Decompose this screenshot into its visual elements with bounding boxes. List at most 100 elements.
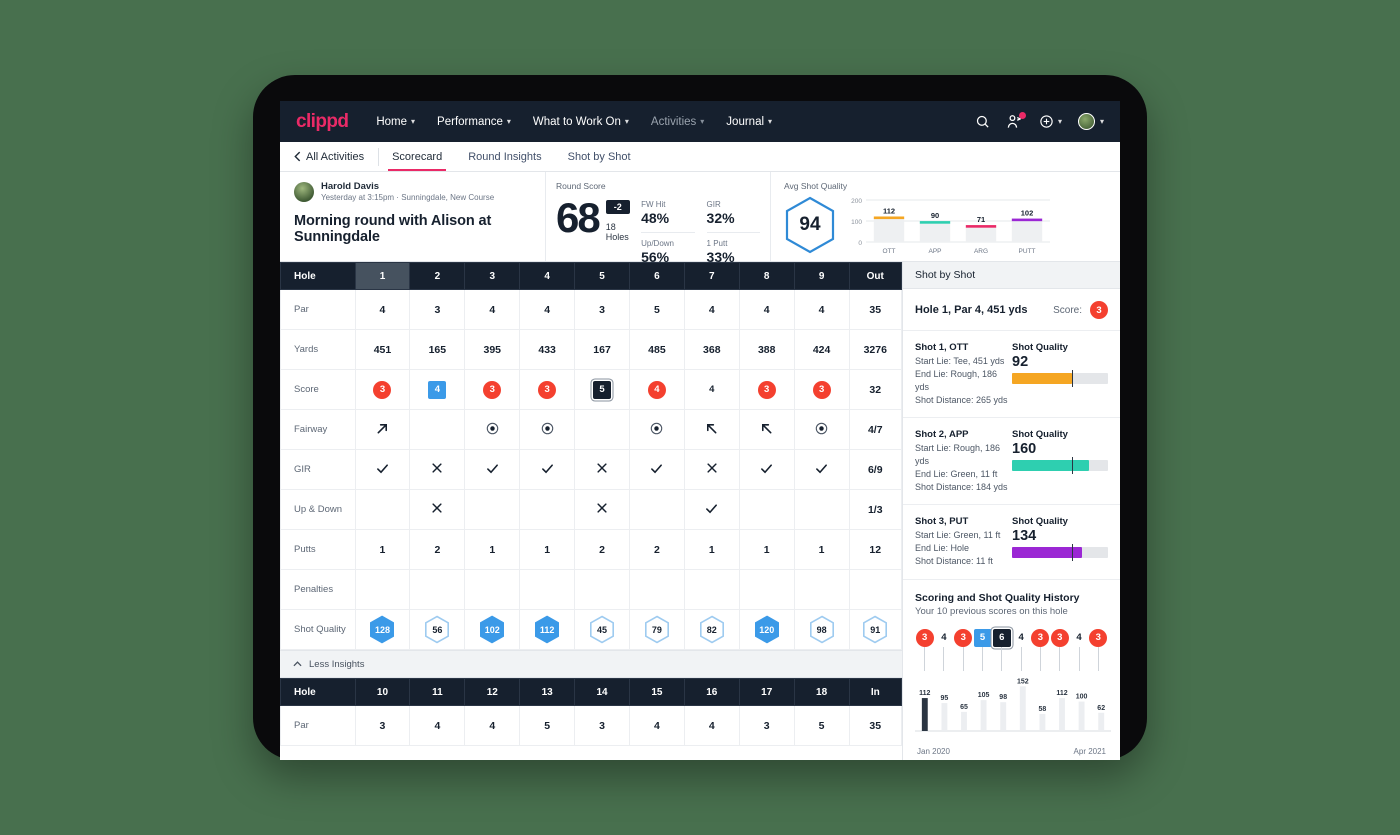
hole-column-17[interactable]: 17 (738, 678, 795, 706)
cell-front-shot-quality-6: 79 (628, 609, 685, 650)
shot-quality-label: Shot Quality (1012, 516, 1068, 528)
nav-item-label: Performance (437, 115, 503, 128)
stat-value: 33% (706, 249, 735, 265)
round-stats: FW Hit 48% GIR 32% Up/Down 56% 1 Putt 33% (641, 191, 760, 267)
cell-front-par-4: 4 (519, 289, 576, 330)
shot-quality-label: Shot Quality (1012, 342, 1068, 353)
cell-front-par-3: 4 (464, 289, 521, 330)
svg-text:OTT: OTT (883, 248, 896, 255)
cell-front-putts-7: 1 (683, 529, 740, 570)
cell-front-fairway-2 (409, 409, 466, 450)
nav-item-home[interactable]: Home ▾ (376, 116, 415, 128)
cell-back-par-15: 4 (628, 705, 685, 746)
cell-back-par-10: 3 (354, 705, 411, 746)
cell-front-fairway-4 (519, 409, 576, 450)
friends-icon[interactable] (1006, 112, 1026, 129)
search-icon[interactable] (975, 114, 990, 129)
less-insights-toggle[interactable]: Less Insights (280, 650, 902, 678)
row-total: 6/9 (848, 449, 903, 490)
table-row: Par 4 3 4 4 3 5 4 4 4 35 (280, 289, 903, 330)
cell-front-up-down-9 (793, 489, 850, 530)
arrow-up-left-icon (760, 422, 773, 435)
cell-front-gir-9 (793, 449, 850, 490)
hole-column-12[interactable]: 12 (464, 678, 521, 706)
cell-front-par-2: 3 (409, 289, 466, 330)
tab-round-insights[interactable]: Round Insights (455, 142, 554, 171)
screenshot-stage: clippd Home ▾ Performance ▾ What to Work On ▾… (0, 0, 1400, 835)
history-score-item: 3 (1031, 628, 1050, 671)
stat-value: 56% (641, 249, 670, 265)
hole-column-15[interactable]: 15 (628, 678, 685, 706)
hole-column-9[interactable]: 9 (793, 262, 850, 290)
hole-column-10[interactable]: 10 (354, 678, 411, 706)
hole-total-header: Out (848, 262, 903, 290)
hole-column-13[interactable]: 13 (519, 678, 576, 706)
shot-quality-chip: 120 (754, 615, 780, 644)
hole-column-11[interactable]: 11 (409, 678, 466, 706)
cell-back-par-12: 4 (464, 705, 521, 746)
avg-shot-quality-value: 94 (799, 214, 821, 235)
avatar[interactable]: ▾ (1077, 113, 1104, 130)
history-score-badge: 3 (954, 628, 973, 647)
back-to-all-activities[interactable]: All Activities (294, 147, 380, 166)
hole-column-14[interactable]: 14 (574, 678, 630, 706)
cell-front-score-1: 3 (354, 369, 411, 410)
history-score-stem (1097, 646, 1099, 671)
nav-item-label: Activities (650, 115, 697, 128)
cell-front-score-4: 3 (519, 369, 576, 410)
hole-column-3[interactable]: 3 (464, 262, 521, 290)
avg-shot-quality-hex: 94 (784, 196, 836, 254)
hole-column-18[interactable]: 18 (793, 678, 850, 706)
history-score-stem (1020, 646, 1022, 671)
to-par-badge: -2 (605, 200, 630, 214)
sub-navbar: All Activities Scorecard Round Insights Sh… (280, 142, 1120, 172)
cell-front-gir-5 (574, 449, 630, 490)
check-icon (376, 462, 389, 475)
history-score-badge: 5 (973, 628, 992, 647)
row-label: Fairway (280, 409, 356, 450)
shot-end-lie: End Lie: Green, 11 ft (915, 469, 998, 480)
cell-front-yards-5: 167 (574, 329, 630, 370)
cross-icon (706, 462, 718, 474)
cell-front-putts-9: 1 (793, 529, 850, 570)
add-icon[interactable]: ▾ (1039, 114, 1062, 129)
shot-quality-benchmark-tick (1072, 370, 1074, 387)
tab-shot-by-shot[interactable]: Shot by Shot (555, 142, 644, 171)
row-label: Score (280, 369, 356, 410)
cell-back-par-18: 5 (793, 705, 850, 746)
cell-front-penalties-8 (738, 569, 795, 610)
row-label: Putts (280, 529, 356, 570)
table-row: Up & Down 1/3 (280, 489, 903, 530)
shot-quality-chip: 98 (809, 615, 835, 644)
history-score-item: 4 (1011, 629, 1030, 671)
table-row: Putts 1 2 1 1 2 2 1 1 1 12 (280, 529, 903, 570)
target-icon (486, 422, 499, 435)
hole-column-2[interactable]: 2 (409, 262, 466, 290)
nav-item-activities[interactable]: Activities ▾ (651, 116, 704, 128)
shot-quality-value: 134 (1012, 528, 1037, 545)
shot-end-lie: End Lie: Rough, 186 yds (915, 369, 998, 393)
hole-column-1[interactable]: 1 (354, 262, 411, 290)
brand-logo[interactable]: clippd (296, 111, 349, 133)
table-row: Penalties (280, 569, 903, 610)
stat-gir: GIR 32% (706, 200, 760, 233)
shot-details: Shot 2, APP Start Lie: Rough, 186 yds End … (915, 429, 1008, 494)
nav-item-performance[interactable]: Performance ▾ (437, 116, 511, 128)
tab-scorecard[interactable]: Scorecard (379, 142, 455, 171)
cell-front-gir-2 (409, 449, 466, 490)
hole-column-16[interactable]: 16 (683, 678, 740, 706)
score-badge: 4 (709, 384, 715, 395)
cell-front-penalties-5 (574, 569, 630, 610)
cell-front-par-8: 4 (738, 289, 795, 330)
cell-front-up-down-8 (738, 489, 795, 530)
nav-item-what-to-work-on[interactable]: What to Work On ▾ (533, 116, 629, 128)
shot-item: Shot 3, PUT Start Lie: Green, 11 ft End Li… (903, 505, 1120, 580)
history-score-badge: 3 (1031, 628, 1050, 647)
cell-front-par-5: 3 (574, 289, 630, 330)
nav-item-journal[interactable]: Journal ▾ (726, 116, 772, 128)
cell-front-up-down-4 (519, 489, 576, 530)
chevron-down-icon: ▾ (506, 117, 511, 126)
hole-column-4[interactable]: 4 (519, 262, 576, 290)
hole-column-5[interactable]: 5 (574, 262, 630, 290)
stat-value: 32% (706, 210, 735, 226)
